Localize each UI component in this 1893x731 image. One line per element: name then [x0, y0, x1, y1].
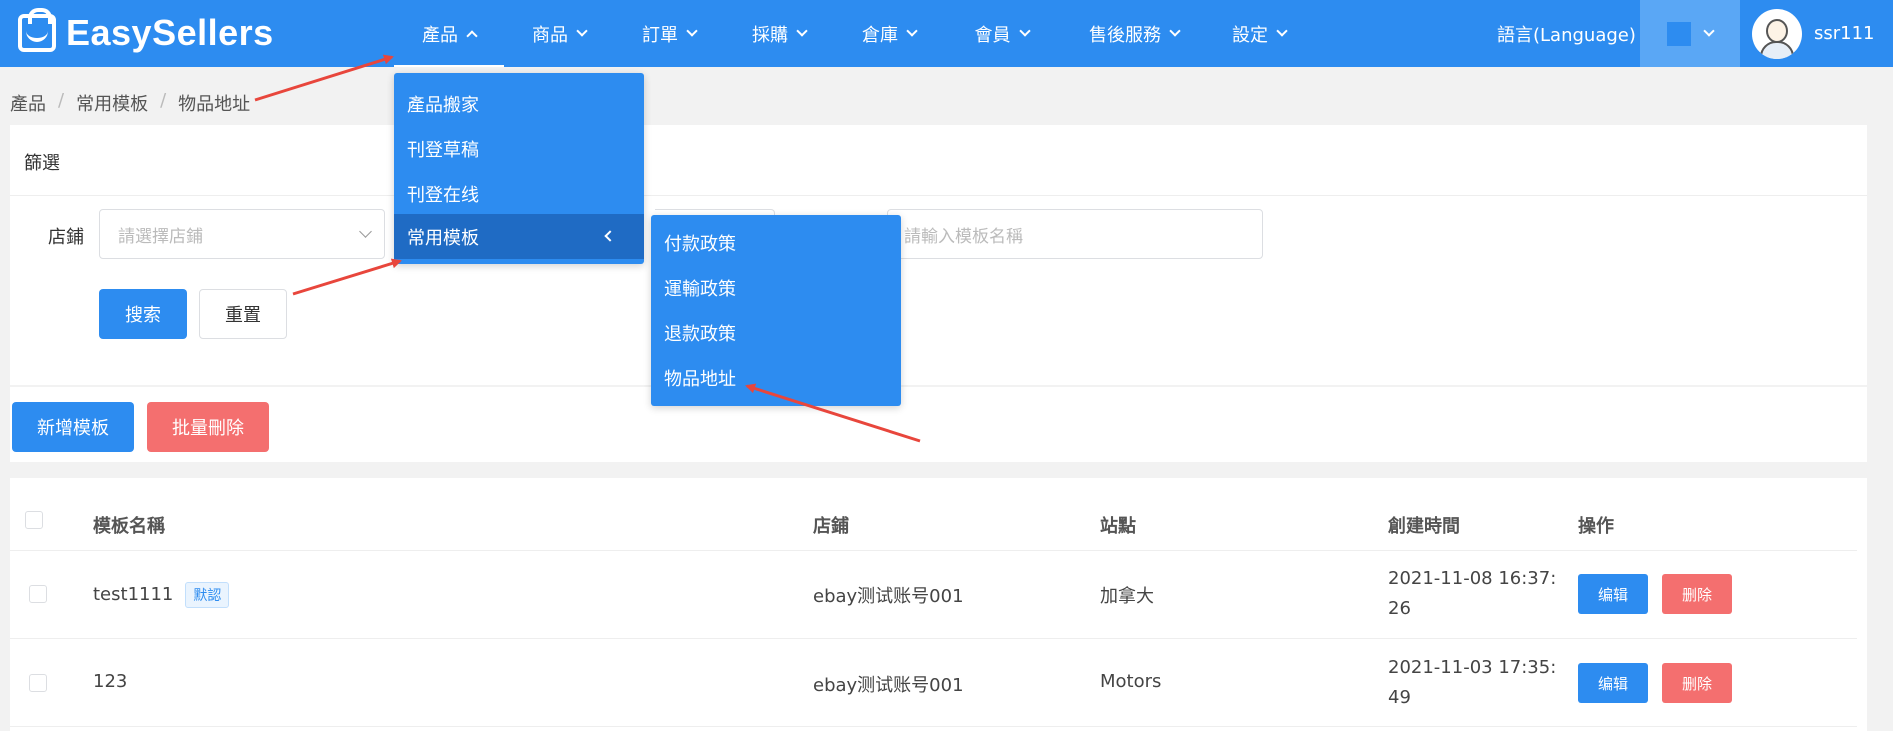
breadcrumb-separator: /	[58, 90, 65, 111]
product-dropdown-menu: 產品搬家 刊登草稿 刊登在线 常用模板	[394, 73, 644, 264]
action-bar: 新增模板 批量刪除	[10, 387, 1867, 462]
menu-item-listing-online[interactable]: 刊登在线	[394, 171, 644, 216]
chevron-down-icon	[796, 24, 808, 37]
column-header: 創建時間	[1388, 516, 1460, 537]
chevron-down-icon	[1018, 24, 1031, 37]
nav-item-warehouse[interactable]: 倉庫	[834, 0, 944, 67]
table-cell-name: 123	[93, 671, 127, 692]
add-template-button[interactable]: 新增模板	[12, 402, 134, 452]
breadcrumb: 產品 / 常用模板 / 物品地址	[10, 90, 250, 116]
nav-item-settings[interactable]: 設定	[1209, 0, 1309, 67]
chevron-down-icon	[576, 24, 588, 37]
templates-submenu: 付款政策 運輸政策 退款政策 物品地址	[651, 215, 901, 406]
template-name-input[interactable]: 請輸入模板名稱	[887, 209, 1263, 259]
nav-item-goods[interactable]: 商品	[504, 0, 614, 67]
top-navigation-bar: EasySellers 產品 商品 訂單 採購 倉庫 會員 售後服務 設定 語言…	[0, 0, 1893, 67]
column-header: 操作	[1578, 516, 1614, 537]
shopping-bag-icon	[18, 8, 56, 52]
menu-item-shipping-policy[interactable]: 運輸政策	[651, 265, 901, 310]
language-switcher[interactable]: 語言(Language)	[1497, 0, 1636, 67]
menu-item-common-templates[interactable]: 常用模板	[394, 214, 644, 259]
nav-label: 倉庫	[862, 24, 898, 46]
batch-delete-button[interactable]: 批量刪除	[147, 402, 269, 452]
menu-item-label: 常用模板	[407, 227, 479, 249]
nav-item-purchase[interactable]: 採購	[724, 0, 834, 67]
divider	[10, 195, 1867, 196]
table-cell-created: 2021-11-08 16:37:26	[1388, 568, 1557, 619]
nav-label: 商品	[532, 24, 568, 46]
column-header: 店鋪	[813, 516, 849, 537]
table-cell-name: test1111 默認	[93, 582, 230, 608]
reset-button[interactable]: 重置	[199, 289, 287, 339]
menu-item-listing-drafts[interactable]: 刊登草稿	[394, 126, 644, 171]
default-badge: 默認	[185, 582, 230, 608]
avatar-face	[1766, 18, 1788, 43]
column-header: 模板名稱	[93, 516, 165, 537]
search-button[interactable]: 搜索	[99, 289, 187, 339]
logo-text: EasySellers	[66, 12, 274, 53]
row-divider	[10, 550, 1857, 551]
edit-button[interactable]: 编辑	[1578, 663, 1648, 703]
username: ssr111	[1814, 23, 1875, 44]
filter-panel: 篩選 店鋪 請選擇店鋪 請輸入模板名稱 搜索 重置	[10, 125, 1867, 385]
nav-label: 產品	[422, 24, 458, 46]
table-cell-store: ebay测试账号001	[813, 586, 964, 607]
store-select-placeholder: 請選擇店鋪	[118, 226, 203, 247]
nav-item-after-sales[interactable]: 售後服務	[1059, 0, 1209, 67]
nav-label: 會員	[974, 24, 1011, 46]
chevron-down-icon	[686, 24, 698, 37]
chevron-up-icon	[466, 29, 478, 42]
avatar	[1752, 8, 1802, 59]
template-name-placeholder: 請輸入模板名稱	[904, 226, 1023, 247]
table-cell-created: 2021-11-03 17:35:49	[1388, 657, 1557, 708]
table-cell-store: ebay测试账号001	[813, 675, 964, 696]
nav-label: 訂單	[642, 24, 678, 46]
chevron-left-icon	[604, 230, 616, 242]
breadcrumb-item-current: 物品地址	[178, 94, 251, 115]
chevron-down-icon	[1276, 24, 1288, 37]
nav-label: 售後服務	[1089, 24, 1161, 46]
user-menu[interactable]: ssr111	[1752, 6, 1875, 61]
row-divider	[10, 726, 1857, 727]
chevron-down-icon	[1169, 24, 1181, 37]
avatar-body	[1760, 40, 1794, 59]
nav-item-orders[interactable]: 訂單	[614, 0, 724, 67]
nav-item-members[interactable]: 會員	[944, 0, 1059, 67]
filter-title: 篩選	[24, 153, 60, 174]
chevron-down-icon	[906, 24, 918, 37]
delete-button[interactable]: 删除	[1662, 663, 1732, 703]
menu-item-item-location[interactable]: 物品地址	[651, 355, 901, 400]
main-nav: 產品 商品 訂單 採購 倉庫 會員 售後服務 設定	[394, 0, 1309, 67]
nav-item-product[interactable]: 產品	[394, 0, 504, 67]
menu-item-payment-policy[interactable]: 付款政策	[651, 220, 901, 265]
color-swatch	[1667, 21, 1691, 46]
menu-item-product-migration[interactable]: 產品搬家	[394, 81, 644, 126]
row-divider	[10, 638, 1857, 639]
menu-item-return-policy[interactable]: 退款政策	[651, 310, 901, 355]
nav-label: 設定	[1232, 24, 1268, 46]
theme-color-picker[interactable]	[1640, 0, 1740, 67]
logo[interactable]: EasySellers	[18, 8, 274, 56]
chevron-down-icon	[1703, 24, 1715, 37]
template-table: 模板名稱 店鋪 站點 創建時間 操作 test1111 默認 ebay测试账号00…	[10, 478, 1867, 731]
store-select[interactable]: 請選擇店鋪	[99, 209, 385, 259]
select-all-checkbox[interactable]	[25, 511, 43, 529]
row-checkbox[interactable]	[29, 674, 47, 692]
template-name[interactable]: test1111	[93, 584, 173, 605]
nav-label: 採購	[752, 24, 788, 46]
edit-button[interactable]: 编辑	[1578, 574, 1648, 614]
breadcrumb-item[interactable]: 產品	[10, 90, 46, 116]
breadcrumb-separator: /	[160, 90, 167, 111]
chevron-down-icon	[359, 225, 372, 238]
template-name[interactable]: 123	[93, 671, 127, 692]
table-cell-site: Motors	[1100, 671, 1162, 692]
row-checkbox[interactable]	[29, 585, 47, 603]
table-cell-site: 加拿大	[1100, 586, 1154, 607]
column-header: 站點	[1100, 516, 1136, 537]
store-label: 店鋪	[48, 227, 84, 248]
breadcrumb-item[interactable]: 常用模板	[76, 90, 148, 116]
delete-button[interactable]: 删除	[1662, 574, 1732, 614]
